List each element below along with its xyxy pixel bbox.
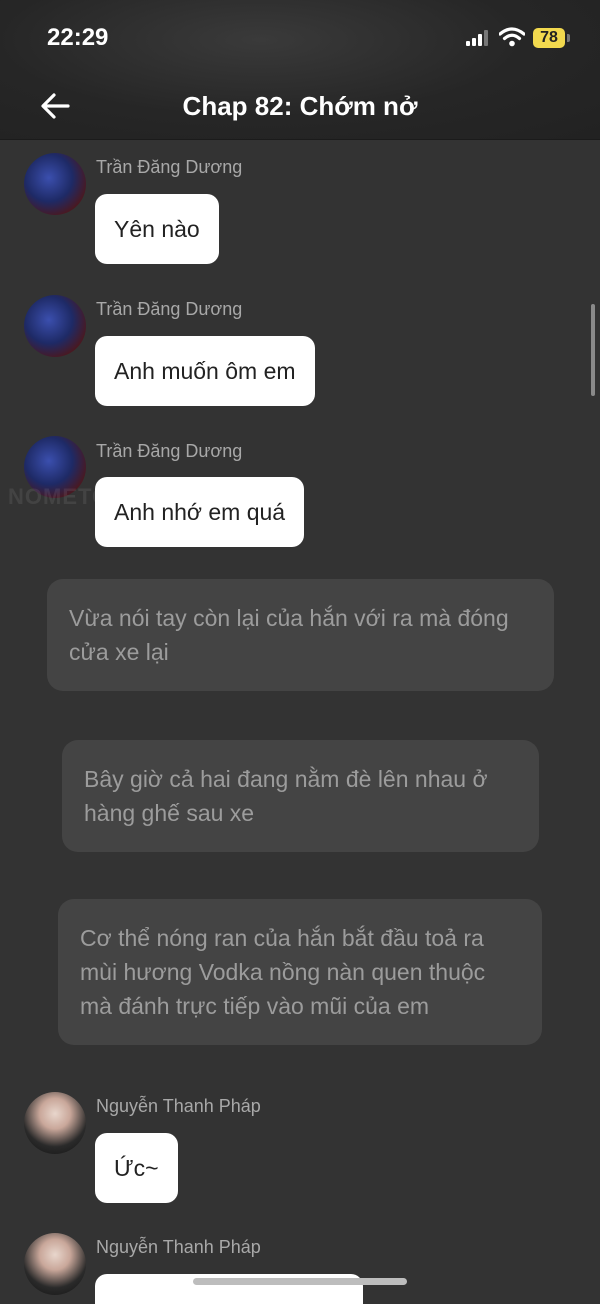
page-title: Chap 82: Chớm nở xyxy=(182,91,418,121)
message-bubble[interactable]: Yên nào xyxy=(95,194,219,264)
avatar[interactable] xyxy=(24,1233,86,1295)
sender-name: Nguyễn Thanh Pháp xyxy=(96,1096,261,1116)
home-indicator[interactable] xyxy=(193,1278,407,1285)
narration-box: Cơ thể nóng ran của hắn bắt đầu toả ra m… xyxy=(58,899,542,1045)
sender-name: Trần Đăng Dương xyxy=(96,299,243,319)
avatar[interactable] xyxy=(24,1092,86,1154)
sender-name: Trần Đăng Dương xyxy=(96,157,243,177)
status-time: 22:29 xyxy=(47,24,109,51)
sender-name: Trần Đăng Dương xyxy=(96,441,243,461)
message-bubble[interactable]: Anh muốn ôm em xyxy=(95,336,315,406)
avatar[interactable] xyxy=(24,153,86,215)
battery-icon: 78 xyxy=(533,28,565,48)
narration-box: Vừa nói tay còn lại của hắn với ra mà đó… xyxy=(47,579,554,691)
avatar[interactable] xyxy=(24,295,86,357)
cellular-signal-icon xyxy=(466,30,490,46)
wifi-icon xyxy=(499,27,525,47)
battery-level: 78 xyxy=(540,29,558,46)
message-bubble[interactable]: Ức~ xyxy=(95,1133,178,1203)
app-header: 22:29 78 Chap 82: Chớm nở xyxy=(0,0,600,140)
narration-box: Bây giờ cả hai đang nằm đè lên nhau ở hà… xyxy=(62,740,539,852)
battery-tip xyxy=(567,34,570,42)
message-bubble[interactable]: Anh nhớ em quá xyxy=(95,477,305,547)
sender-name: Nguyễn Thanh Pháp xyxy=(96,1237,261,1257)
scrollbar[interactable] xyxy=(591,304,595,396)
